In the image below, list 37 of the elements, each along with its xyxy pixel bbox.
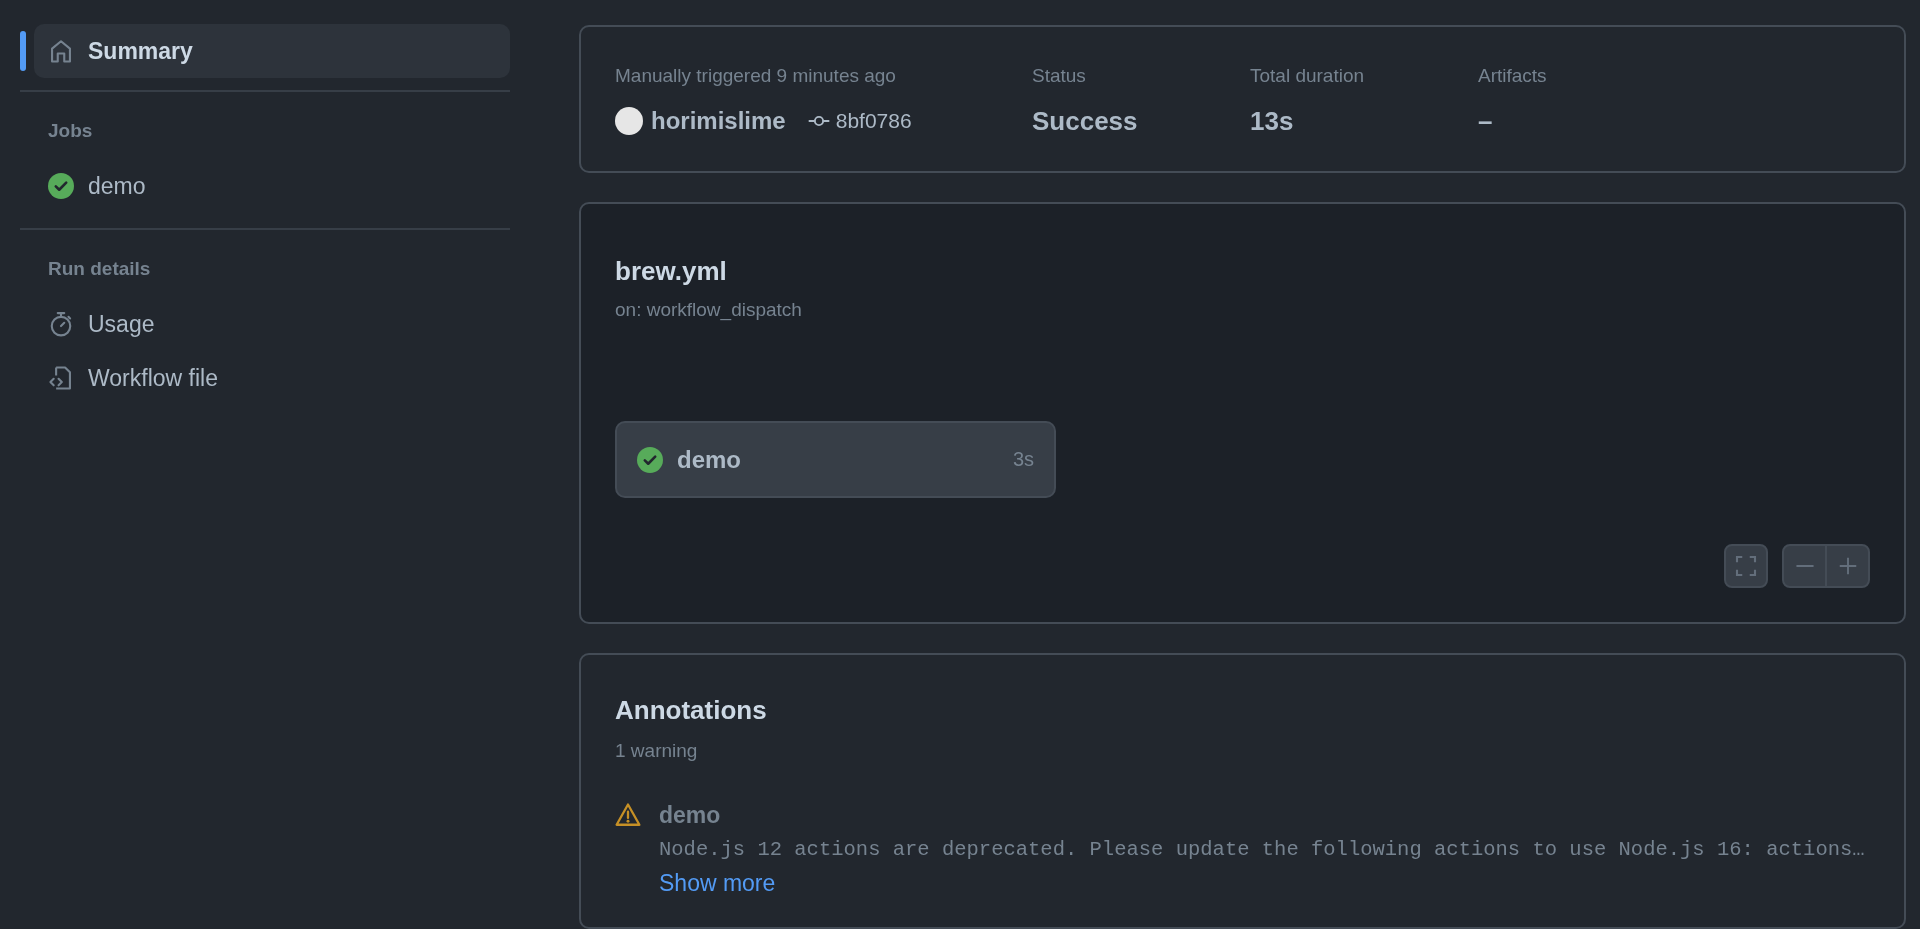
annotation-count: 1 warning [615, 740, 699, 762]
check-circle-icon [48, 173, 74, 199]
job-name: demo [677, 445, 742, 474]
zoom-out-button[interactable] [1782, 544, 1826, 588]
annotation-message: Node.js 12 actions are deprecated. Please update the following actions to use Node.js 16: actions… [659, 838, 1865, 861]
workflow-title: brew.yml [615, 256, 728, 287]
avatar [615, 107, 643, 135]
stat-label: Total duration [1250, 65, 1366, 87]
actor-link[interactable]: horimislime [651, 107, 786, 135]
sidebar-item[interactable]: demo [34, 159, 510, 213]
zoom-in-button[interactable] [1826, 544, 1870, 588]
job-node[interactable]: demo 3s [615, 421, 1056, 498]
sidebar-item[interactable]: Summary [34, 24, 510, 78]
stat-label: Status [1032, 65, 1087, 87]
warning-icon [615, 802, 641, 828]
stat-value: Success [1032, 105, 1139, 137]
home-icon [48, 38, 74, 64]
section-heading: Jobs [47, 119, 94, 143]
section-heading: Run details [47, 257, 152, 281]
sidebar-item[interactable]: Usage [34, 297, 510, 351]
stopwatch-icon [48, 311, 74, 337]
annotation-job: demo [659, 802, 722, 829]
code-file-icon [48, 365, 74, 391]
stat-label: Artifacts [1478, 65, 1547, 87]
minus-icon [1794, 565, 1815, 567]
stat-value: 13s [1250, 105, 1295, 137]
job-duration: 3s [1012, 448, 1034, 471]
show-more-link[interactable]: Show more [659, 870, 776, 897]
sidebar-item[interactable]: Workflow file [34, 351, 510, 405]
check-circle-icon [637, 446, 663, 473]
annotations-title: Annotations [615, 695, 768, 726]
trigger-text: Manually triggered 9 minutes ago [615, 65, 897, 87]
fullscreen-button[interactable] [1724, 544, 1768, 588]
expand-icon [1734, 554, 1758, 578]
stat-value: – [1478, 105, 1494, 137]
workflow-trigger: on: workflow_dispatch [615, 299, 803, 321]
commit-link[interactable]: 8bf0786 [807, 109, 912, 133]
